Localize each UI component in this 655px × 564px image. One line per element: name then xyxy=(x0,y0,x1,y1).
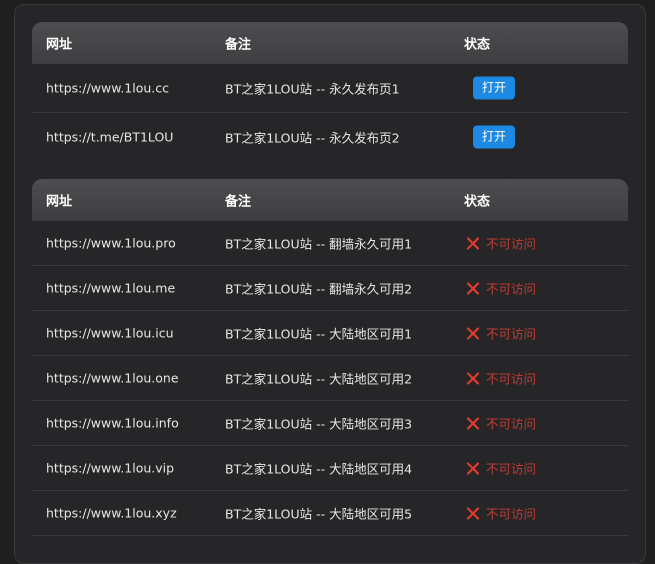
table-header: 网址 备注 状态 xyxy=(32,179,628,221)
open-button[interactable]: 打开 xyxy=(473,125,515,149)
x-icon xyxy=(466,371,480,385)
url-text: https://www.1lou.one xyxy=(46,370,179,386)
url-text: https://www.1lou.xyz xyxy=(46,505,177,521)
status-unavailable: 不可访问 xyxy=(466,504,536,523)
x-icon xyxy=(466,506,480,520)
status-text: 不可访问 xyxy=(486,506,537,522)
table-header: 网址 备注 状态 xyxy=(32,22,628,64)
header-note: 备注 xyxy=(225,194,252,210)
url-text: https://www.1lou.me xyxy=(46,280,176,296)
table-row: https://www.1lou.me BT之家1LOU站 -- 翻墙永久可用2 不… xyxy=(32,266,628,311)
open-button[interactable]: 打开 xyxy=(473,76,515,100)
status-unavailable: 不可访问 xyxy=(466,234,536,253)
table-row: https://www.1lou.vip BT之家1LOU站 -- 大陆地区可用4… xyxy=(32,446,628,491)
status-text: 不可访问 xyxy=(486,236,537,252)
status-unavailable: 不可访问 xyxy=(466,414,536,433)
note-text: BT之家1LOU站 -- 大陆地区可用4 xyxy=(225,461,413,477)
header-note: 备注 xyxy=(225,37,252,53)
status-text: 不可访问 xyxy=(486,371,537,387)
header-url: 网址 xyxy=(46,194,73,210)
status-text: 不可访问 xyxy=(486,326,537,342)
publish-page-table: 网址 备注 状态 https://www.1lou.cc BT之家1LOU站 -… xyxy=(32,22,628,161)
note-text: BT之家1LOU站 -- 永久发布页1 xyxy=(225,81,400,97)
url-text: https://www.1lou.vip xyxy=(46,460,175,476)
table-row: https://www.1lou.cc BT之家1LOU站 -- 永久发布页1 … xyxy=(32,64,628,113)
note-text: BT之家1LOU站 -- 永久发布页2 xyxy=(225,130,400,146)
table-row: https://www.1lou.icu BT之家1LOU站 -- 大陆地区可用1… xyxy=(32,311,628,356)
note-text: BT之家1LOU站 -- 翻墙永久可用2 xyxy=(225,281,413,297)
url-text: https://www.1lou.info xyxy=(46,415,179,431)
table-row: https://www.1lou.pro BT之家1LOU站 -- 翻墙永久可用1… xyxy=(32,221,628,266)
table-row: https://t.me/BT1LOU BT之家1LOU站 -- 永久发布页2 … xyxy=(32,113,628,161)
status-text: 不可访问 xyxy=(486,416,537,432)
x-icon xyxy=(466,281,480,295)
x-icon xyxy=(466,461,480,475)
header-status: 状态 xyxy=(464,37,491,53)
note-text: BT之家1LOU站 -- 大陆地区可用3 xyxy=(225,416,413,432)
table-row: https://www.1lou.xyz BT之家1LOU站 -- 大陆地区可用5… xyxy=(32,491,628,536)
x-icon xyxy=(466,236,480,250)
note-text: BT之家1LOU站 -- 大陆地区可用5 xyxy=(225,506,413,522)
url-text: https://www.1lou.icu xyxy=(46,325,174,341)
mirror-site-table: 网址 备注 状态 https://www.1lou.pro BT之家1LOU站 -… xyxy=(32,179,628,536)
status-text: 不可访问 xyxy=(486,461,537,477)
note-text: BT之家1LOU站 -- 翻墙永久可用1 xyxy=(225,236,413,252)
status-text: 不可访问 xyxy=(486,281,537,297)
x-icon xyxy=(466,326,480,340)
x-icon xyxy=(466,416,480,430)
table-row: https://www.1lou.info BT之家1LOU站 -- 大陆地区可用… xyxy=(32,401,628,446)
note-text: BT之家1LOU站 -- 大陆地区可用1 xyxy=(225,326,413,342)
url-text: https://www.1lou.cc xyxy=(46,80,170,96)
url-text: https://t.me/BT1LOU xyxy=(46,129,174,145)
status-unavailable: 不可访问 xyxy=(466,324,536,343)
header-status: 状态 xyxy=(464,194,491,210)
status-unavailable: 不可访问 xyxy=(466,369,536,388)
status-unavailable: 不可访问 xyxy=(466,459,536,478)
header-url: 网址 xyxy=(46,37,73,53)
status-unavailable: 不可访问 xyxy=(466,279,536,298)
note-text: BT之家1LOU站 -- 大陆地区可用2 xyxy=(225,371,413,387)
table-row: https://www.1lou.one BT之家1LOU站 -- 大陆地区可用2… xyxy=(32,356,628,401)
url-text: https://www.1lou.pro xyxy=(46,235,176,251)
